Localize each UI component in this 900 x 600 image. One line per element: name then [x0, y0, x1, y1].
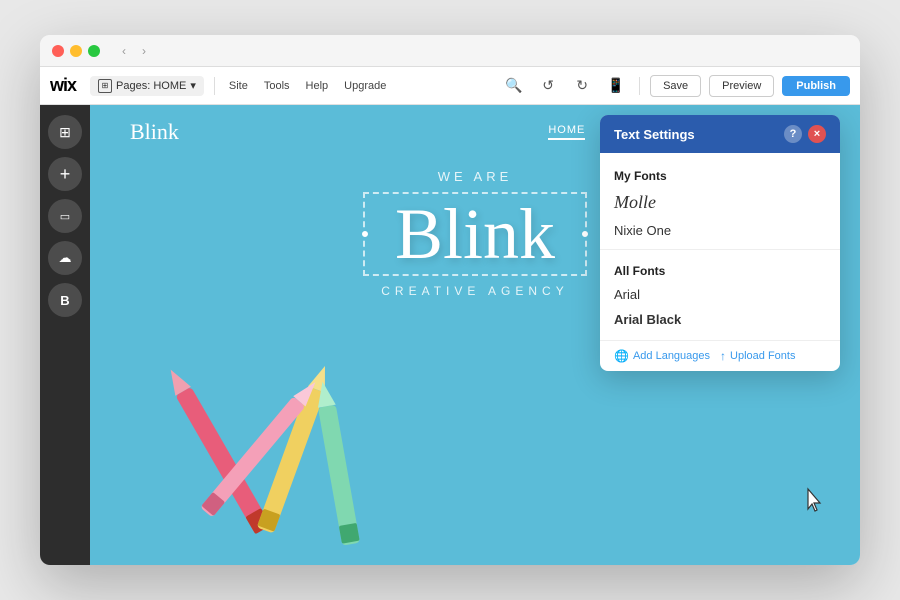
- upload-fonts-link[interactable]: ↑ Upload Fonts: [720, 349, 795, 363]
- minimize-button[interactable]: [70, 45, 82, 57]
- redo-icon[interactable]: ↻: [569, 73, 595, 99]
- close-icon[interactable]: ×: [808, 125, 826, 143]
- upgrade-menu[interactable]: Upgrade: [340, 78, 390, 94]
- sidebar-item-pages[interactable]: ⊞: [48, 115, 82, 149]
- chevron-down-icon: ▾: [190, 79, 196, 92]
- resize-handle-right[interactable]: [580, 229, 590, 239]
- font-arial[interactable]: Arial: [600, 282, 840, 307]
- my-fonts-label: My Fonts: [600, 161, 840, 187]
- site-menu[interactable]: Site: [225, 78, 252, 94]
- cursor: [805, 487, 825, 515]
- wix-logo: wix: [50, 75, 76, 96]
- nav-home[interactable]: HOME: [548, 124, 585, 140]
- help-menu[interactable]: Help: [302, 78, 333, 94]
- add-languages-icon: 🌐: [614, 349, 629, 363]
- canvas-area[interactable]: Blink HOME ABOUT PORTFOLIO CONTACT WE AR…: [90, 105, 860, 565]
- preview-button[interactable]: Preview: [709, 75, 774, 97]
- upload-fonts-icon: ↑: [720, 349, 726, 363]
- add-languages-link[interactable]: 🌐 Add Languages: [614, 349, 710, 363]
- panel-header: Text Settings ? ×: [600, 115, 840, 153]
- fwd-arrow[interactable]: ›: [136, 43, 152, 59]
- mobile-icon[interactable]: 📱: [603, 73, 629, 99]
- toolbar-sep-1: [214, 77, 215, 95]
- resize-handle-left[interactable]: [360, 229, 370, 239]
- search-icon[interactable]: 🔍: [501, 73, 527, 99]
- all-fonts-label: All Fonts: [600, 256, 840, 282]
- maximize-button[interactable]: [88, 45, 100, 57]
- sidebar-item-media[interactable]: ▭: [48, 199, 82, 233]
- panel-title: Text Settings: [614, 127, 695, 142]
- back-arrow[interactable]: ‹: [116, 43, 132, 59]
- nav-arrows: ‹ ›: [116, 43, 152, 59]
- wix-toolbar: wix ⊞ Pages: HOME ▾ Site Tools Help Upgr…: [40, 67, 860, 105]
- sidebar-item-add[interactable]: +: [48, 157, 82, 191]
- panel-footer: 🌐 Add Languages ↑ Upload Fonts: [600, 340, 840, 371]
- font-arial-black[interactable]: Arial Black: [600, 307, 840, 332]
- help-icon[interactable]: ?: [784, 125, 802, 143]
- blink-title: Blink: [395, 194, 555, 274]
- pages-label: Pages: HOME: [116, 80, 186, 92]
- pages-dropdown[interactable]: ⊞ Pages: HOME ▾: [90, 76, 204, 96]
- pages-icon: ⊞: [98, 79, 112, 93]
- pencils-illustration: [90, 305, 552, 565]
- left-sidebar: ⊞ + ▭ ☁ B: [40, 105, 90, 565]
- panel-header-icons: ? ×: [784, 125, 826, 143]
- font-molle[interactable]: Molle: [600, 187, 840, 218]
- text-settings-panel: Text Settings ? × My Fonts Molle Nixie O…: [600, 115, 840, 371]
- toolbar-sep-2: [639, 77, 640, 95]
- mac-window: ‹ › wix ⊞ Pages: HOME ▾ Site Tools Help …: [40, 35, 860, 565]
- panel-divider: [600, 249, 840, 250]
- publish-button[interactable]: Publish: [782, 76, 850, 96]
- undo-icon[interactable]: ↺: [535, 73, 561, 99]
- close-button[interactable]: [52, 45, 64, 57]
- editor-area: ⊞ + ▭ ☁ B Blink HOME ABOUT PORTFOLIO CON…: [40, 105, 860, 565]
- tools-menu[interactable]: Tools: [260, 78, 294, 94]
- font-nixie-one[interactable]: Nixie One: [600, 218, 840, 243]
- sidebar-item-blog[interactable]: B: [48, 283, 82, 317]
- sidebar-item-app[interactable]: ☁: [48, 241, 82, 275]
- site-logo: Blink: [130, 119, 179, 145]
- save-button[interactable]: Save: [650, 75, 701, 97]
- pencils-svg: [90, 305, 552, 565]
- panel-body: My Fonts Molle Nixie One All Fonts Arial…: [600, 153, 840, 340]
- title-bar: ‹ ›: [40, 35, 860, 67]
- blink-text-box[interactable]: Blink: [363, 192, 587, 276]
